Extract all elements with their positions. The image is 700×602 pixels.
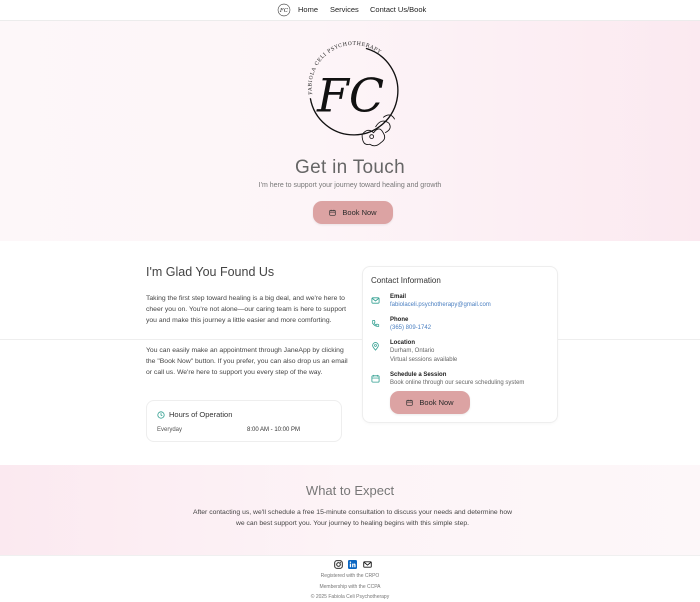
- schedule-note: Book online through our secure schedulin…: [390, 380, 525, 386]
- calendar-icon: [371, 374, 380, 383]
- contact-title: Contact Information: [371, 276, 441, 285]
- email-label: Email: [390, 294, 407, 300]
- page-subtitle: I'm here to support your journey toward …: [258, 182, 442, 189]
- clock-icon: [157, 410, 165, 419]
- hours-title: Hours of Operation: [169, 410, 233, 419]
- mail-icon[interactable]: [363, 560, 372, 569]
- location-pin-icon: [372, 342, 379, 351]
- expect-section: What to Expect After contacting us, we'l…: [0, 465, 700, 555]
- nav-home[interactable]: Home: [298, 5, 318, 14]
- footer-ccpa: Membership with the CCPA: [319, 584, 381, 590]
- email-link[interactable]: fabiolaceli.psychotherapy@gmail.com: [390, 302, 491, 308]
- nav-contact-book[interactable]: Contact Us/Book: [370, 5, 426, 14]
- nav-services[interactable]: Services: [330, 5, 359, 14]
- svg-text:FC: FC: [279, 8, 289, 14]
- footer-crpo: Registered with the CRPO: [320, 573, 380, 579]
- linkedin-icon[interactable]: [348, 560, 357, 569]
- location-note: Virtual sessions available: [390, 357, 458, 363]
- page-title: Get in Touch: [295, 157, 405, 178]
- hours-time: 8:00 AM - 10:00 PM: [247, 427, 301, 433]
- expect-text: After contacting us, we'll schedule a fr…: [192, 509, 513, 527]
- calendar-icon: [406, 399, 414, 406]
- calendar-icon: [329, 209, 337, 216]
- location-value: Durham, Ontario: [390, 348, 435, 354]
- book-now-label: Book Now: [419, 398, 454, 407]
- hero-book-now-button[interactable]: Book Now: [313, 201, 393, 224]
- divider: [0, 339, 700, 340]
- expect-title: What to Expect: [305, 483, 395, 498]
- intro-title: I'm Glad You Found Us: [146, 265, 275, 279]
- book-now-label: Book Now: [342, 208, 377, 217]
- contact-book-now-button[interactable]: Book Now: [390, 391, 470, 414]
- instagram-icon[interactable]: [334, 560, 343, 569]
- logo-icon[interactable]: FC: [277, 3, 291, 17]
- footer: Registered with the CRPO Membership with…: [0, 555, 700, 602]
- location-label: Location: [390, 340, 415, 346]
- schedule-label: Schedule a Session: [390, 372, 447, 378]
- intro-paragraph-1: Taking the first step toward healing is …: [146, 295, 347, 324]
- intro-paragraph-2: You can easily make an appointment throu…: [146, 347, 348, 376]
- hours-day: Everyday: [157, 427, 183, 433]
- phone-link[interactable]: (365) 809-1742: [390, 325, 431, 331]
- svg-text:FC: FC: [316, 69, 384, 123]
- hours-card: Hours of Operation Everyday 8:00 AM - 10…: [146, 400, 342, 442]
- mail-icon: [371, 297, 380, 304]
- hero-section: FABIOLA CELI PSYCHOTHERAPY FC Get in Tou…: [0, 21, 700, 241]
- top-nav: FC Home Services Contact Us/Book: [0, 0, 700, 21]
- brand-emblem: FABIOLA CELI PSYCHOTHERAPY FC: [308, 41, 399, 147]
- phone-icon: [372, 319, 380, 327]
- footer-copyright: © 2025 Fabiola Celi Psychotherapy: [310, 594, 390, 600]
- phone-label: Phone: [390, 317, 409, 323]
- contact-card: Contact Information Email fabiolaceli.ps…: [362, 266, 558, 423]
